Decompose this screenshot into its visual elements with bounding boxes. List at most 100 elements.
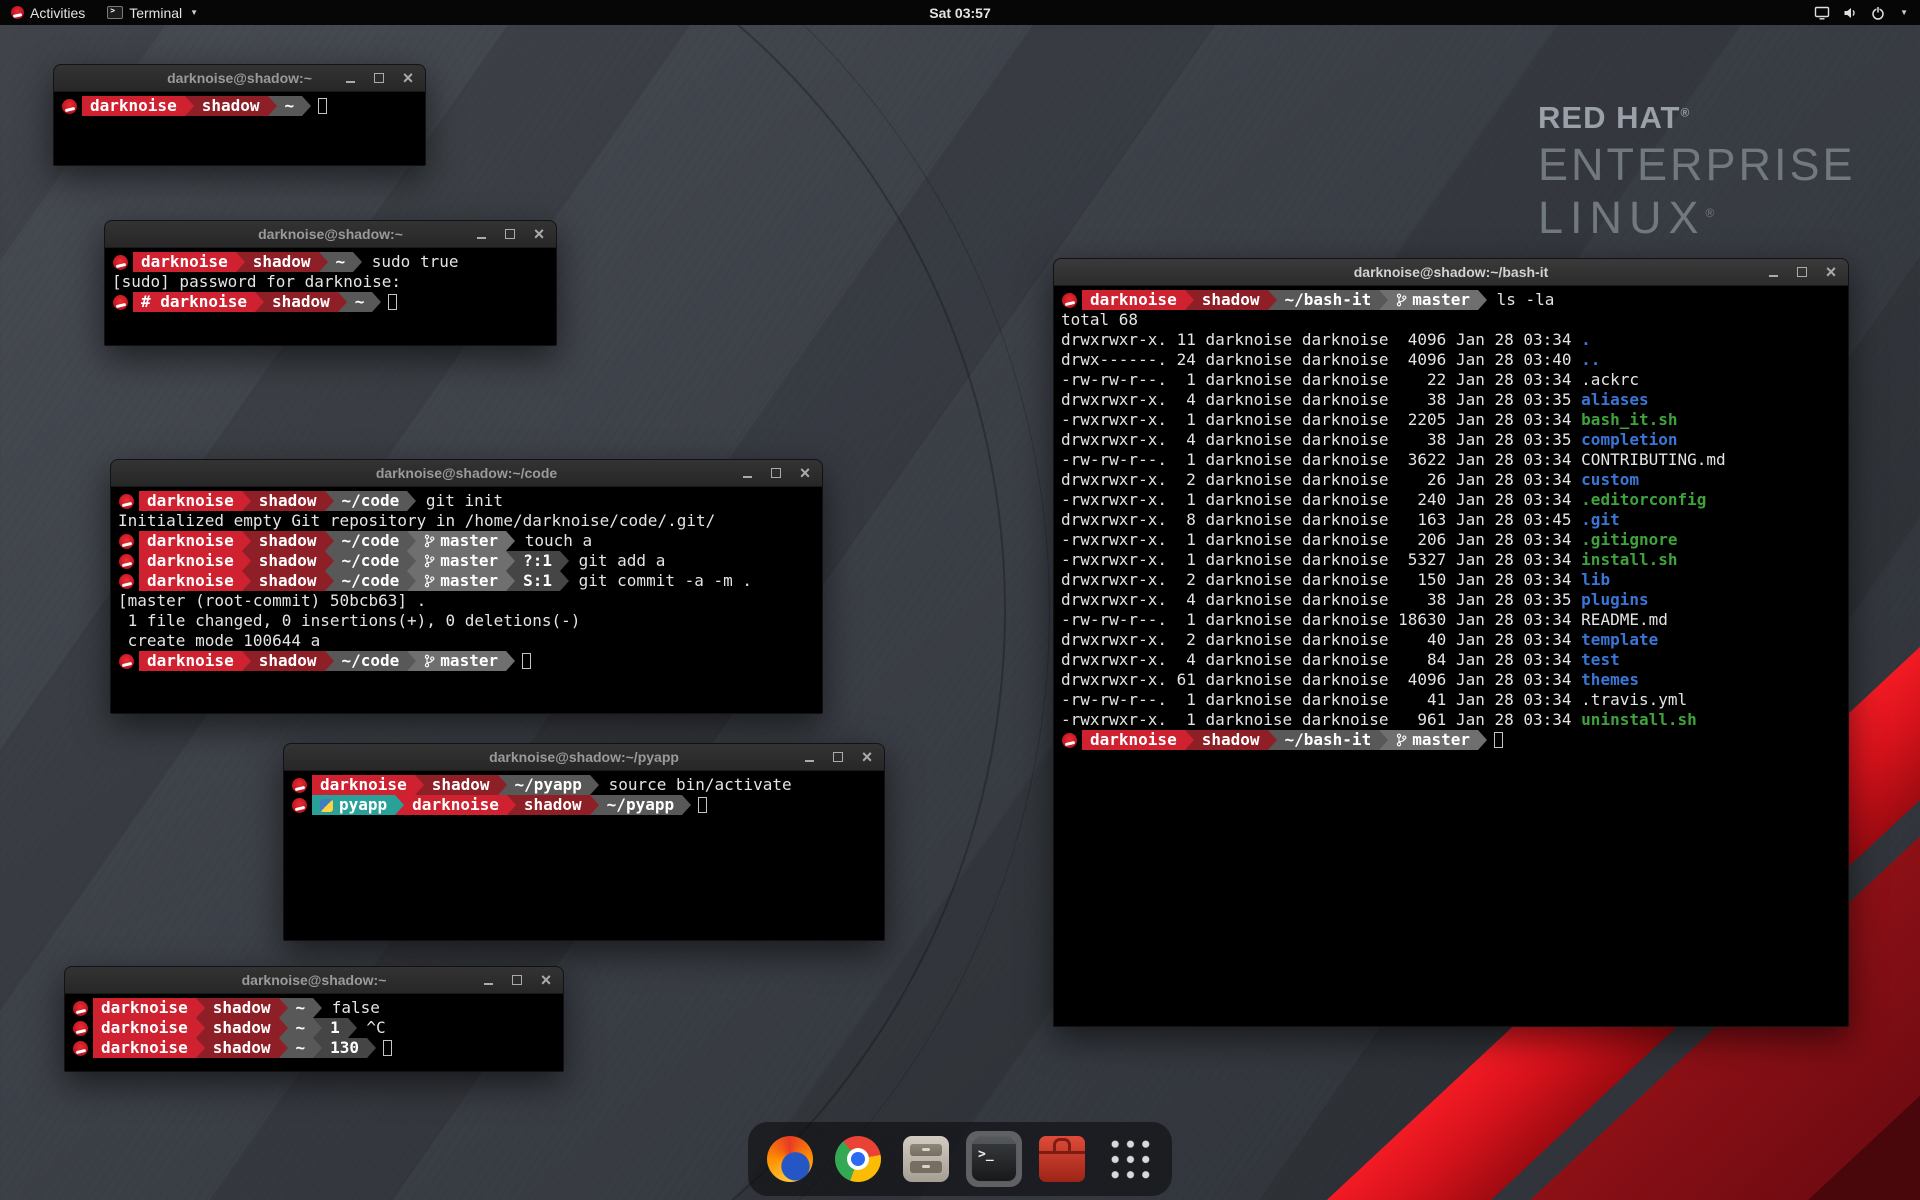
terminal-line: Initialized empty Git repository in /hom… bbox=[118, 511, 815, 531]
terminal-window: darknoise@shadow:~/code darknoiseshadow~… bbox=[110, 459, 823, 714]
git-branch-icon bbox=[424, 534, 435, 548]
prompt-segment: shadow bbox=[251, 551, 325, 571]
prompt-segment: darknoise bbox=[133, 252, 236, 272]
powerline-separator bbox=[407, 491, 416, 511]
close-button[interactable] bbox=[797, 465, 813, 481]
terminal-line: # darknoiseshadow~ bbox=[112, 292, 549, 312]
app-menu[interactable]: Terminal ▼ bbox=[96, 0, 209, 25]
toolbox-launcher[interactable] bbox=[1034, 1131, 1090, 1187]
terminal-line: drwxrwxr-x. 8 darknoise darknoise 163 Ja… bbox=[1061, 510, 1841, 530]
prompt-segment: pyapp bbox=[312, 795, 395, 815]
branding-linux: LINUX® bbox=[1538, 192, 1856, 244]
powerline-separator bbox=[319, 252, 328, 272]
minimize-button[interactable] bbox=[1765, 264, 1781, 280]
prompt-segment: darknoise bbox=[93, 1018, 196, 1038]
terminal-text: . bbox=[1581, 330, 1591, 350]
terminal-text: aliases bbox=[1581, 390, 1648, 410]
powerline-separator bbox=[242, 491, 251, 511]
close-button[interactable] bbox=[531, 226, 547, 242]
prompt-segment: master bbox=[1388, 730, 1478, 750]
maximize-button[interactable] bbox=[509, 972, 525, 988]
terminal-text: -rw-rw-r--. 1 darknoise darknoise 22 Jan… bbox=[1061, 370, 1639, 390]
system-status-area[interactable]: ▼ bbox=[1802, 0, 1920, 25]
terminal-text: -rwxrwxr-x. 1 darknoise darknoise 240 Ja… bbox=[1061, 490, 1581, 510]
maximize-button[interactable] bbox=[1794, 264, 1810, 280]
window-titlebar[interactable]: darknoise@shadow:~/bash-it bbox=[1054, 259, 1848, 286]
terminal-content[interactable]: darknoiseshadow~/bash-itmaster ls -latot… bbox=[1054, 286, 1848, 1026]
maximize-button[interactable] bbox=[502, 226, 518, 242]
window-titlebar[interactable]: darknoise@shadow:~/code bbox=[111, 460, 822, 487]
close-button[interactable] bbox=[538, 972, 554, 988]
prompt-segment: ~ bbox=[347, 292, 373, 312]
terminal-text: drwxrwxr-x. 61 darknoise darknoise 4096 … bbox=[1061, 670, 1581, 690]
prompt-segment: ~ bbox=[288, 1018, 314, 1038]
terminal-launcher[interactable] bbox=[966, 1131, 1022, 1187]
window-titlebar[interactable]: darknoise@shadow:~ bbox=[105, 221, 556, 248]
window-titlebar[interactable]: darknoise@shadow:~ bbox=[54, 65, 425, 92]
prompt-segment: ~ bbox=[288, 1038, 314, 1058]
terminal-line: pyappdarknoiseshadow~/pyapp bbox=[291, 795, 877, 815]
terminal-line: darknoiseshadow~/codemaster bbox=[118, 651, 815, 671]
close-button[interactable] bbox=[1823, 264, 1839, 280]
activities-button[interactable]: Activities bbox=[0, 0, 96, 25]
close-button[interactable] bbox=[859, 749, 875, 765]
powerline-separator bbox=[407, 651, 416, 671]
terminal-line: darknoiseshadow~/codemaster?:1 git add a bbox=[118, 551, 815, 571]
powerline-separator bbox=[407, 571, 416, 591]
terminal-window: darknoise@shadow:~/pyapp darknoiseshadow… bbox=[283, 743, 885, 941]
terminal-content[interactable]: darknoiseshadow~ falsedarknoiseshadow~1 … bbox=[65, 994, 563, 1071]
redhat-prompt-icon bbox=[292, 778, 307, 793]
minimize-button[interactable] bbox=[739, 465, 755, 481]
terminal-text: bash_it.sh bbox=[1581, 410, 1677, 430]
window-title: darknoise@shadow:~/pyapp bbox=[489, 749, 679, 765]
terminal-app-icon bbox=[107, 6, 123, 19]
powerline-separator bbox=[506, 551, 515, 571]
maximize-button[interactable] bbox=[371, 70, 387, 86]
prompt-segment: shadow bbox=[245, 252, 319, 272]
powerline-separator bbox=[1379, 290, 1388, 310]
powerline-separator bbox=[242, 651, 251, 671]
window-titlebar[interactable]: darknoise@shadow:~ bbox=[65, 967, 563, 994]
maximize-button[interactable] bbox=[830, 749, 846, 765]
prompt-segment: ~/code bbox=[334, 531, 408, 551]
powerline-separator bbox=[279, 998, 288, 1018]
terminal-content[interactable]: darknoiseshadow~ bbox=[54, 92, 425, 165]
chrome-launcher[interactable] bbox=[830, 1131, 886, 1187]
firefox-launcher[interactable] bbox=[762, 1131, 818, 1187]
powerline-separator bbox=[590, 775, 599, 795]
branding-enterprise: ENTERPRISE bbox=[1538, 139, 1856, 191]
minimize-button[interactable] bbox=[801, 749, 817, 765]
prompt-segment: darknoise bbox=[312, 775, 415, 795]
terminal-line: -rwxrwxr-x. 1 darknoise darknoise 2205 J… bbox=[1061, 410, 1841, 430]
minimize-button[interactable] bbox=[473, 226, 489, 242]
terminal-content[interactable]: darknoiseshadow~/code git initInitialize… bbox=[111, 487, 822, 713]
terminal-text: drwxrwxr-x. 2 darknoise darknoise 150 Ja… bbox=[1061, 570, 1581, 590]
prompt-segment: shadow bbox=[251, 491, 325, 511]
terminal-content[interactable]: darknoiseshadow~ sudo true[sudo] passwor… bbox=[105, 248, 556, 345]
terminal-line: darknoiseshadow~/pyapp source bin/activa… bbox=[291, 775, 877, 795]
powerline-separator bbox=[560, 571, 569, 591]
window-titlebar[interactable]: darknoise@shadow:~/pyapp bbox=[284, 744, 884, 771]
prompt-segment: darknoise bbox=[1082, 290, 1185, 310]
files-launcher[interactable] bbox=[898, 1131, 954, 1187]
terminal-text: plugins bbox=[1581, 590, 1648, 610]
terminal-content[interactable]: darknoiseshadow~/pyapp source bin/activa… bbox=[284, 771, 884, 940]
prompt-segment: shadow bbox=[251, 531, 325, 551]
terminal-text: ls -la bbox=[1487, 290, 1554, 310]
clock[interactable]: Sat 03:57 bbox=[929, 5, 990, 21]
prompt-segment: ~/code bbox=[334, 551, 408, 571]
prompt-segment: shadow bbox=[251, 571, 325, 591]
minimize-button[interactable] bbox=[342, 70, 358, 86]
terminal-text: completion bbox=[1581, 430, 1677, 450]
maximize-button[interactable] bbox=[768, 465, 784, 481]
prompt-segment: master bbox=[1388, 290, 1478, 310]
terminal-line: drwxrwxr-x. 2 darknoise darknoise 150 Ja… bbox=[1061, 570, 1841, 590]
minimize-button[interactable] bbox=[480, 972, 496, 988]
terminal-text: [sudo] password for darknoise: bbox=[112, 272, 411, 292]
appgrid-launcher[interactable] bbox=[1102, 1131, 1158, 1187]
powerline-separator bbox=[185, 96, 194, 116]
powerline-separator bbox=[302, 96, 311, 116]
prompt-segment: shadow bbox=[205, 998, 279, 1018]
close-button[interactable] bbox=[400, 70, 416, 86]
prompt-segment: darknoise bbox=[93, 998, 196, 1018]
